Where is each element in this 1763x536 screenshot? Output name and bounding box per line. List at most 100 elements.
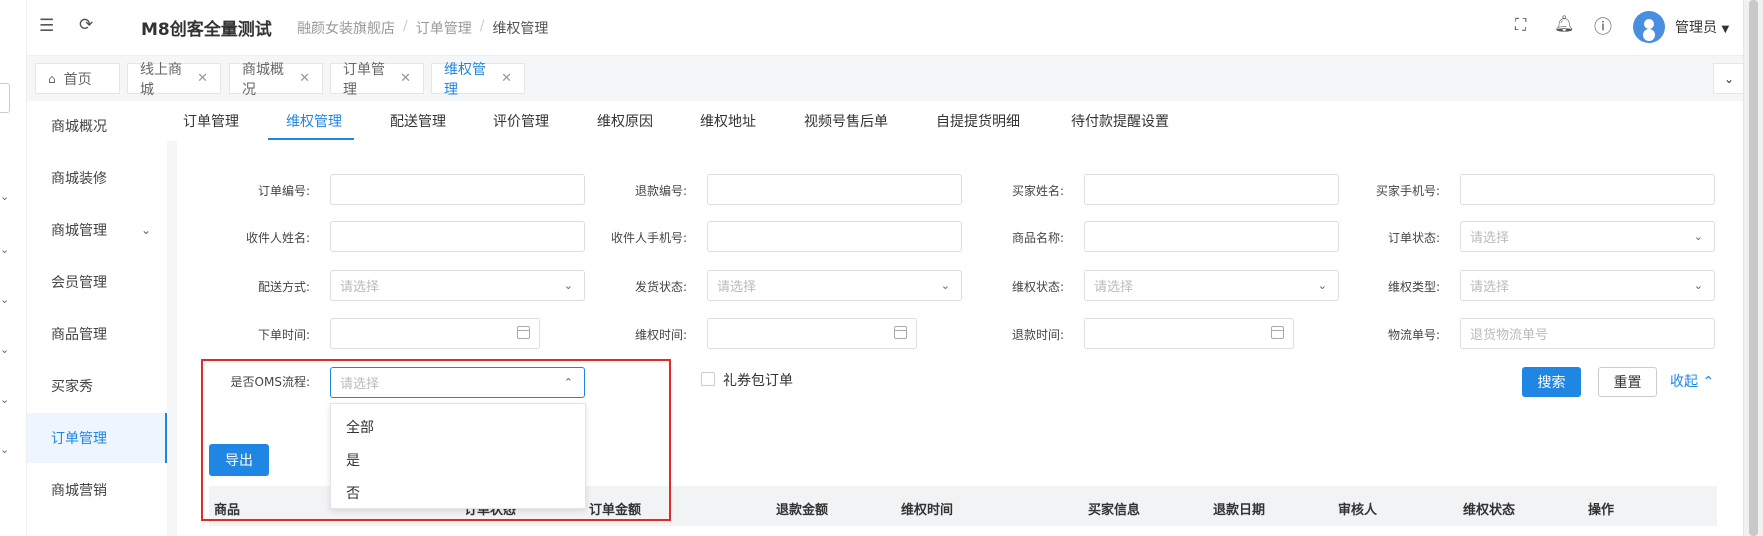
scrollbar-thumb[interactable] <box>1749 0 1758 536</box>
page-tab-home[interactable]: ⌂ 首页 <box>35 63 120 94</box>
product-name-label: 商品名称: <box>1011 231 1064 245</box>
sub-tab[interactable]: 待付款提醒设置 <box>1071 111 1169 131</box>
sub-tab[interactable]: 订单管理 <box>183 111 239 131</box>
left-rail: ⌄ ⌄ ⌄ ⌄ ⌄ ⌄ <box>0 0 27 536</box>
delivery-method-select[interactable]: 请选择 ⌄ <box>330 270 585 301</box>
reset-button[interactable]: 重置 <box>1598 367 1657 397</box>
sub-tab[interactable]: 视频号售后单 <box>804 111 888 131</box>
page-tab-rights-management[interactable]: 维权管理 ✕ <box>431 62 525 98</box>
side-menu-label: 会员管理 <box>51 275 107 291</box>
side-menu-item[interactable]: 买家秀 <box>27 361 167 411</box>
page-tab-order-management[interactable]: 订单管理 ✕ <box>330 62 424 98</box>
refund-time-picker[interactable] <box>1084 318 1294 349</box>
collapse-link[interactable]: 收起 ⌃ <box>1670 371 1714 391</box>
order-no-label: 订单编号: <box>257 184 310 198</box>
sub-tab-active[interactable]: 维权管理 <box>286 111 342 131</box>
user-name: 管理员 <box>1675 20 1717 36</box>
sub-tab[interactable]: 维权原因 <box>597 111 653 131</box>
sub-tab[interactable]: 评价管理 <box>493 111 549 131</box>
sub-tab[interactable]: 维权地址 <box>700 111 756 131</box>
rail-chevron-icon: ⌄ <box>0 293 10 306</box>
refresh-icon[interactable]: ⟳ <box>79 15 93 35</box>
fullscreen-icon[interactable]: ⛶ <box>1515 15 1526 35</box>
table-header-cell: 维权时间 <box>901 503 954 518</box>
select-placeholder: 请选择 <box>1094 280 1134 295</box>
chevron-down-icon: ⌄ <box>563 279 573 292</box>
side-menu-item[interactable]: 商城概况 <box>27 101 167 151</box>
rail-chevron-icon: ⌄ <box>0 343 10 356</box>
chevron-down-icon: ⌄ <box>1693 230 1703 243</box>
sub-tabs: 订单管理 维权管理 配送管理 评价管理 维权原因 维权地址 视频号售后单 自提提… <box>167 101 1743 141</box>
user-menu[interactable]: 管理员 ▼ <box>1675 17 1729 37</box>
side-menu-item[interactable]: 商城管理 ⌄ <box>27 205 167 255</box>
rights-type-select[interactable]: 请选择 ⌄ <box>1460 270 1715 301</box>
breadcrumb-item[interactable]: 融颜女装旗舰店 <box>297 18 395 38</box>
side-menu-item[interactable]: 商品管理 <box>27 309 167 359</box>
sub-tab[interactable]: 配送管理 <box>390 111 446 131</box>
breadcrumb-item[interactable]: 订单管理 <box>416 18 472 38</box>
order-status-select[interactable]: 请选择 ⌄ <box>1460 221 1715 252</box>
select-placeholder: 请选择 <box>1470 231 1510 246</box>
table-header-cell: 退款日期 <box>1213 503 1266 518</box>
order-no-input[interactable] <box>330 174 585 205</box>
rail-expand-handle[interactable] <box>0 83 10 113</box>
rights-time-picker[interactable] <box>707 318 917 349</box>
close-icon[interactable]: ✕ <box>197 71 208 86</box>
close-icon[interactable]: ✕ <box>400 71 411 86</box>
order-time-label: 下单时间: <box>257 328 310 342</box>
ship-status-select[interactable]: 请选择 ⌄ <box>707 270 962 301</box>
chevron-down-icon: ⌄ <box>1317 279 1327 292</box>
close-icon[interactable]: ✕ <box>501 71 512 86</box>
app-title: M8创客全量测试 <box>141 20 272 40</box>
page-tab-label: 订单管理 <box>343 61 385 98</box>
refund-no-label: 退款编号: <box>634 184 687 198</box>
page-tab-label: 维权管理 <box>444 61 486 98</box>
refund-no-input[interactable] <box>707 174 962 205</box>
sub-tab[interactable]: 自提提货明细 <box>936 111 1020 131</box>
close-icon[interactable]: ✕ <box>299 71 310 86</box>
calendar-icon <box>894 326 907 339</box>
table-header-cell: 买家信息 <box>1088 503 1141 518</box>
side-menu-label: 订单管理 <box>51 431 107 447</box>
page-tabs-bar: ⌂ 首页 线上商城 ✕ 商城概况 ✕ 订单管理 ✕ 维权管理 ✕ ⌄ <box>27 56 1763 101</box>
page-tab-mall-overview[interactable]: 商城概况 ✕ <box>229 62 323 98</box>
rights-time-label: 维权时间: <box>634 328 687 342</box>
calendar-icon <box>1271 326 1284 339</box>
buyer-name-input[interactable] <box>1084 174 1339 205</box>
page-tab-label: 首页 <box>63 71 92 88</box>
receiver-name-label: 收件人姓名: <box>245 231 310 245</box>
side-menu-item-active[interactable]: 订单管理 <box>27 413 167 463</box>
gift-package-label[interactable]: 礼券包订单 <box>723 370 793 390</box>
menu-fold-icon[interactable]: ☰ <box>39 16 54 36</box>
side-menu-label: 商品管理 <box>51 327 107 343</box>
rail-chevron-icon: ⌄ <box>0 443 10 456</box>
product-name-input[interactable] <box>1084 221 1339 252</box>
tabs-dropdown-button[interactable]: ⌄ <box>1713 63 1745 94</box>
logistics-no-input[interactable]: 退货物流单号 <box>1460 318 1715 349</box>
order-time-picker[interactable] <box>330 318 540 349</box>
collapse-label: 收起 <box>1670 374 1698 390</box>
receiver-phone-input[interactable] <box>707 221 962 252</box>
caret-down-icon: ▼ <box>1721 24 1730 35</box>
side-menu-item[interactable]: 商城营销 <box>27 465 167 515</box>
bell-icon[interactable]: 🔔︎ <box>1554 14 1574 33</box>
order-status-label: 订单状态: <box>1387 231 1440 245</box>
scrollbar[interactable] <box>1743 0 1763 536</box>
home-icon: ⌂ <box>48 71 56 86</box>
gift-package-checkbox[interactable] <box>701 372 715 386</box>
rights-status-select[interactable]: 请选择 ⌄ <box>1084 270 1339 301</box>
page: ⌄ ⌄ ⌄ ⌄ ⌄ ⌄ ☰ ⟳ M8创客全量测试 融颜女装旗舰店 / 订单管理 … <box>0 0 1763 536</box>
breadcrumb-current: 维权管理 <box>492 21 549 37</box>
help-icon[interactable]: ⓘ <box>1594 13 1612 39</box>
page-tab-online-mall[interactable]: 线上商城 ✕ <box>127 62 221 98</box>
chevron-down-icon: ⌄ <box>1723 71 1735 86</box>
avatar[interactable] <box>1633 11 1665 43</box>
calendar-icon <box>517 326 530 339</box>
rights-type-label: 维权类型: <box>1387 280 1440 294</box>
receiver-name-input[interactable] <box>330 221 585 252</box>
select-placeholder: 请选择 <box>717 280 757 295</box>
side-menu-item[interactable]: 商城装修 <box>27 153 167 203</box>
buyer-phone-input[interactable] <box>1460 174 1715 205</box>
side-menu-item[interactable]: 会员管理 <box>27 257 167 307</box>
search-button[interactable]: 搜索 <box>1522 367 1581 397</box>
